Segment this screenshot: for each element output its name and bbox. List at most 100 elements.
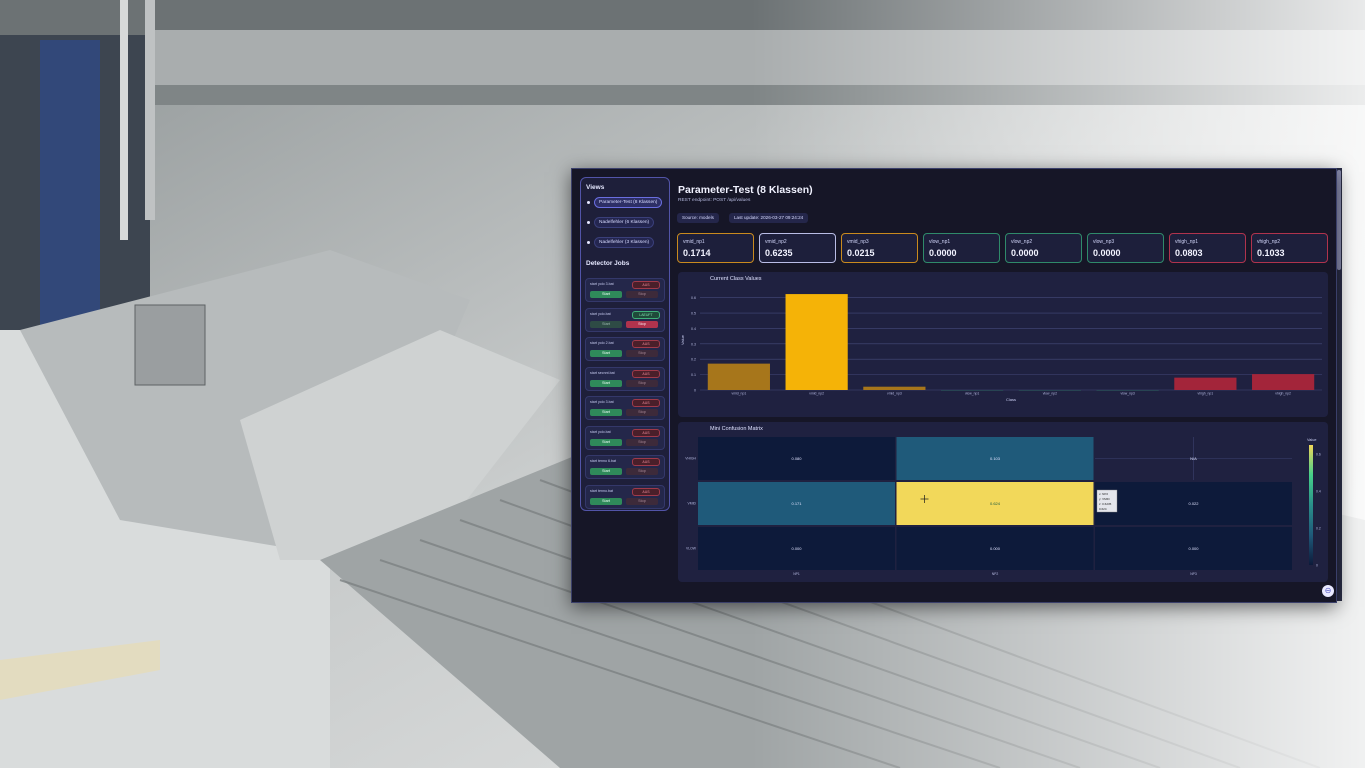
job-status-badge: AUS xyxy=(632,487,660,496)
page-subtitle: REST endpoint: POST /api/values xyxy=(678,198,751,203)
view-item-nadelfehler-3[interactable]: Nadelfehler (3 Klassen) xyxy=(585,236,665,248)
job-card: start secnnt.bat AUS Start Stop xyxy=(585,366,665,391)
colorbar-tick: 0.2 xyxy=(1316,527,1321,531)
detector-jobs-heading: Detector Jobs xyxy=(586,260,630,267)
job-stop-button[interactable]: Stop xyxy=(626,468,658,475)
row-label: VLOW xyxy=(686,547,697,551)
cell-value: 0.022 xyxy=(1188,501,1199,506)
col-label: NP3 xyxy=(1190,572,1197,576)
job-start-button[interactable]: Start xyxy=(590,320,622,328)
zoom-reset-icon[interactable]: ⊖ xyxy=(1322,585,1334,597)
job-card: start yolo.bat AUS Start Stop xyxy=(585,425,665,450)
metric-label: vlow_np1 xyxy=(929,239,951,245)
metric-card-vmid_np3: vmid_np3 0.0215 xyxy=(841,233,918,263)
colorbar-tick: 0.4 xyxy=(1316,490,1321,494)
job-label: start secnnt.bat xyxy=(590,370,615,375)
views-heading: Views xyxy=(586,184,605,191)
metric-card-vhigh_np1: vhigh_np1 0.0803 xyxy=(1169,233,1246,263)
view-item-parameter-test[interactable]: Parameter-Test (8 Klassen) xyxy=(585,196,665,208)
job-label: start yolo 3.bat xyxy=(590,282,614,286)
x-tick-label: vmid_np2 xyxy=(809,392,824,396)
cell-value: N/A xyxy=(1190,456,1197,461)
job-start-button[interactable]: Start xyxy=(590,438,622,446)
job-status-badge: AUS xyxy=(632,369,660,378)
job-start-button[interactable]: Start xyxy=(590,409,622,416)
metric-card-vmid_np2: vmid_np2 0.6235 xyxy=(759,233,836,263)
job-label: start yolo 2.bat xyxy=(590,341,614,345)
tooltip-line: 0.624 xyxy=(1099,507,1107,511)
dashboard-window: Views Parameter-Test (8 Klassen) Nadelfe… xyxy=(571,168,1337,603)
metric-value: 0.0215 xyxy=(847,248,875,258)
bar-vmid_np2[interactable] xyxy=(785,294,848,390)
colorbar-tick: 0.6 xyxy=(1316,453,1321,457)
x-tick-label: vmid_np3 xyxy=(887,392,902,396)
last-update-chip: Last update: 2026-03-27 09:24:24 xyxy=(729,213,809,223)
metric-label: vmid_np3 xyxy=(847,239,869,245)
bullet-icon xyxy=(587,240,590,244)
bar-vmid_np3[interactable] xyxy=(863,386,926,390)
job-start-button[interactable]: Start xyxy=(590,468,622,475)
tooltip-line: x: NP2 xyxy=(1099,492,1108,496)
row-label: VMID xyxy=(688,502,697,506)
cell-value: 0.000 xyxy=(990,546,1001,551)
view-item-label: Nadelfehler (3 Klassen) xyxy=(594,236,655,248)
x-tick-label: vlow_np1 xyxy=(965,392,979,396)
colorbar-tick: 0 xyxy=(1316,564,1318,568)
bar-vhigh_np1[interactable] xyxy=(1174,377,1237,390)
job-start-button[interactable]: Start xyxy=(590,291,622,298)
bullet-icon xyxy=(587,200,590,204)
job-status-badge: LAEUFT xyxy=(632,310,660,319)
bar-vhigh_np2[interactable] xyxy=(1252,374,1315,390)
metric-label: vlow_np3 xyxy=(1093,239,1115,245)
cell-value: 0.103 xyxy=(990,456,1001,461)
job-stop-button[interactable]: Stop xyxy=(626,350,658,357)
y-tick-label: 0 xyxy=(694,389,696,393)
metric-value: 0.0803 xyxy=(1175,248,1203,258)
confusion-matrix-panel: Mini Confusion Matrix VHIGH 0.080 0.103 N/A… xyxy=(678,422,1328,582)
job-stop-button[interactable]: Stop xyxy=(626,438,658,446)
job-card: start yolo 2.bat AUS Start Stop xyxy=(585,337,665,361)
sidebar: Views Parameter-Test (8 Klassen) Nadelfe… xyxy=(580,177,670,511)
cell-value: 0.080 xyxy=(791,456,802,461)
job-stop-button[interactable]: Stop xyxy=(626,379,658,387)
scrollbar-thumb[interactable] xyxy=(1337,170,1341,270)
job-label: start yolo.bat xyxy=(590,429,611,434)
job-status-badge: AUS xyxy=(632,340,660,348)
colorbar-title: Value xyxy=(1307,438,1316,442)
metric-value: 0.1714 xyxy=(683,248,711,258)
tooltip-line: y: VMID xyxy=(1099,497,1111,501)
x-tick-label: vhigh_np1 xyxy=(1198,392,1214,396)
job-start-button[interactable]: Start xyxy=(590,350,622,357)
job-stop-button[interactable]: Stop xyxy=(626,497,658,505)
metric-label: vmid_np1 xyxy=(683,239,705,245)
job-status-badge: AUS xyxy=(632,399,660,407)
y-tick-label: 0.4 xyxy=(691,327,696,331)
x-tick-label: vlow_np2 xyxy=(1043,392,1057,396)
job-start-button[interactable]: Start xyxy=(590,379,622,387)
job-stop-button[interactable]: Stop xyxy=(626,291,658,298)
cell-value: 0.171 xyxy=(791,501,802,506)
col-label: NP1 xyxy=(793,572,800,576)
metric-card-vlow_np2: vlow_np2 0.0000 xyxy=(1005,233,1082,263)
x-tick-label: vlow_np3 xyxy=(1120,392,1134,396)
metric-value: 0.0000 xyxy=(1093,248,1121,258)
y-tick-label: 0.5 xyxy=(691,312,696,316)
metric-value: 0.0000 xyxy=(929,248,957,258)
job-stop-button[interactable]: Stop xyxy=(626,409,658,416)
job-start-button[interactable]: Start xyxy=(590,497,622,505)
source-chip: Source: models xyxy=(677,213,719,223)
job-label: start tenno 6.bat xyxy=(590,459,616,463)
x-axis-label: Class xyxy=(1006,397,1016,402)
metric-value: 0.6235 xyxy=(765,248,793,258)
cell-value: 0.000 xyxy=(1188,546,1199,551)
job-stop-button[interactable]: Stop xyxy=(626,320,658,328)
confusion-matrix: VHIGH 0.080 0.103 N/A VMID 0.171 0.624 0.022 VLO… xyxy=(685,437,1321,576)
job-status-badge: AUS xyxy=(632,458,660,466)
bar-chart-panel: Current Class Values 0 0.1 0.2 0.3 0.4 0.5 0.6… xyxy=(678,272,1328,417)
job-label: start yolo 3.bat xyxy=(590,400,614,404)
view-item-nadelfehler-6[interactable]: Nadelfehler (6 Klassen) xyxy=(585,216,665,228)
bar-vmid_np1[interactable] xyxy=(707,363,770,390)
colorbar xyxy=(1309,445,1313,565)
metric-card-vlow_np3: vlow_np3 0.0000 xyxy=(1087,233,1164,263)
x-tick-label: vmid_np1 xyxy=(732,392,747,396)
